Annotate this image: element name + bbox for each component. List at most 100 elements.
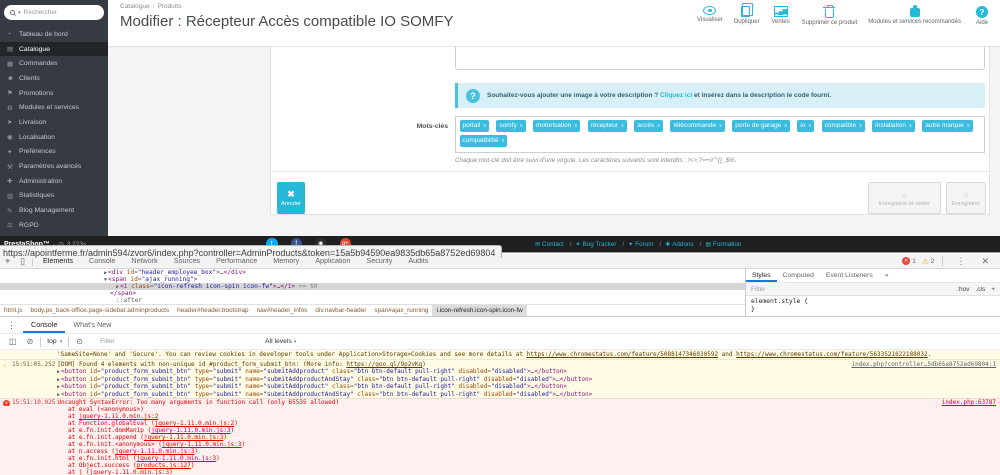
console-message[interactable]: at e.fn.init.<anonymous> (jquery-1.11.0.…: [0, 441, 1000, 448]
console-message[interactable]: at jquery-1.11.0.min.js:2: [0, 413, 1000, 420]
context-selector[interactable]: top ▾: [47, 338, 62, 345]
remove-tag-icon[interactable]: x: [520, 122, 523, 130]
console-drawer-tab[interactable]: Console: [23, 317, 65, 333]
cancel-button[interactable]: ✖ Annuler: [277, 182, 305, 214]
new-style-rule-button[interactable]: +: [991, 286, 995, 293]
bug-tracker-link[interactable]: ✶ Bug Tracker: [575, 241, 628, 248]
remove-tag-icon[interactable]: x: [808, 122, 811, 130]
console-sidebar-icon[interactable]: ◫: [4, 337, 22, 346]
sidebar-item-statistiques[interactable]: ▥ Statistiques: [0, 189, 108, 204]
kebab-menu-icon[interactable]: ⋮: [0, 320, 23, 331]
sidebar-item-modules-et-services[interactable]: ⚙ Modules et services: [0, 100, 108, 115]
hov-toggle[interactable]: :hov: [957, 286, 969, 293]
event-listeners-tab[interactable]: Event Listeners: [820, 269, 879, 282]
more-tabs[interactable]: »: [879, 269, 895, 282]
dom-tree-row[interactable]: ▼<span id="ajax_running">: [0, 276, 745, 283]
console-message[interactable]: ▶<button id="product_form_submit_btn" ty…: [0, 375, 1000, 383]
addons-link[interactable]: ✚ Addons: [665, 241, 705, 248]
dupliquer-action[interactable]: Dupliquer: [734, 3, 760, 25]
keyword-tag[interactable]: io x: [797, 119, 815, 132]
source-location-link[interactable]: index.php:63787: [942, 399, 996, 406]
remove-tag-icon[interactable]: x: [483, 122, 486, 130]
chevron-down-icon[interactable]: ▾: [18, 10, 21, 16]
console-message[interactable]: ▶<button id="product_form_submit_btn" ty…: [0, 390, 1000, 398]
sidebar-item-blog-management[interactable]: ✎ Blog Management: [0, 203, 108, 218]
console-message[interactable]: 'SameSite=None' and 'Secure'. You can re…: [0, 350, 1000, 359]
description-editor[interactable]: [455, 47, 985, 70]
error-count-badge[interactable]: ✕ 1: [902, 257, 916, 265]
element-style-rule[interactable]: element.style { }: [746, 296, 1000, 316]
sidebar-item-livraison[interactable]: ➤ Livraison: [0, 115, 108, 130]
whats-new-tab[interactable]: What's New: [65, 317, 119, 333]
console-message[interactable]: at e.fn.init.html (jquery-1.11.0.min.js:…: [0, 455, 1000, 462]
supprimer-action[interactable]: Supprimer ce produit: [802, 4, 857, 26]
console-message[interactable]: ▶<button id="product_form_submit_btn" ty…: [0, 368, 1000, 376]
keyword-tag[interactable]: portail x: [459, 119, 489, 132]
console-message[interactable]: at eval (<anonymous>): [0, 406, 1000, 413]
computed-tab[interactable]: Computed: [777, 269, 820, 282]
dom-tree-row[interactable]: ▶<div id="header_employee_box">…</div>: [0, 269, 745, 276]
close-devtools-icon[interactable]: ✕: [976, 256, 994, 267]
live-expression-icon[interactable]: ⊙: [71, 337, 88, 346]
warning-count-badge[interactable]: ⚠ 2: [922, 257, 935, 266]
contact-link[interactable]: ✉ Contact: [535, 241, 575, 248]
cliquez-ici-link[interactable]: Cliquez ici: [660, 92, 692, 99]
keyword-tag[interactable]: porte de garage x: [732, 119, 790, 132]
console-message[interactable]: 15:51:10.025Uncaught SyntaxError: Too ma…: [0, 398, 1000, 406]
remove-tag-icon[interactable]: x: [502, 137, 505, 145]
remove-tag-icon[interactable]: x: [719, 122, 722, 130]
keywords-field[interactable]: portail x somfy x motorisation x récepte…: [455, 116, 985, 153]
remove-tag-icon[interactable]: x: [621, 122, 624, 130]
keyword-tag[interactable]: somfy x: [496, 119, 526, 132]
console-message[interactable]: at j (jquery-1.11.0.min.js:3): [0, 469, 1000, 475]
modules-action[interactable]: Modules et services recommandés: [868, 5, 961, 25]
console-message[interactable]: at e.fn.init.append (jquery-1.11.0.min.j…: [0, 434, 1000, 441]
keyword-tag[interactable]: installation x: [872, 119, 915, 132]
remove-tag-icon[interactable]: x: [967, 122, 970, 130]
clear-console-icon[interactable]: ⊘: [22, 337, 39, 346]
breadcrumb-catalogue[interactable]: Catalogue: [120, 3, 150, 10]
sidebar-item-localisation[interactable]: ◉ Localisation: [0, 130, 108, 145]
sidebar-item-tableau-de-bord[interactable]: ◔ Tableau de bord: [0, 27, 108, 42]
console-message[interactable]: 15:51:05.252[DOM] Found 4 elements with …: [0, 359, 1000, 368]
keyword-tag[interactable]: récepteur x: [587, 119, 627, 132]
search-input[interactable]: ▾ Rechercher: [4, 5, 104, 20]
sidebar-item-preferences[interactable]: ✦ Préférences: [0, 145, 108, 160]
dom-tree-row[interactable]: ::after: [0, 297, 745, 304]
sidebar-item-clients[interactable]: ☻ Clients: [0, 71, 108, 86]
forum-link[interactable]: ✦ Forum: [628, 241, 665, 248]
sidebar-item-rgpd[interactable]: ⚖ RGPD: [0, 218, 108, 233]
console-filter-input[interactable]: Filter: [100, 338, 115, 345]
console-message[interactable]: ▶<button id="product_form_submit_btn" ty…: [0, 383, 1000, 391]
sidebar-item-commandes[interactable]: ▦ Commandes: [0, 56, 108, 71]
source-location-link[interactable]: index.php?controller…5db65a8752ed69804:1: [852, 360, 997, 368]
cls-toggle[interactable]: .cls: [975, 286, 985, 293]
keyword-tag[interactable]: compatible x: [821, 119, 865, 132]
console-message[interactable]: at e.fn.init.domManip (jquery-1.11.0.min…: [0, 427, 1000, 434]
log-levels-dropdown[interactable]: All levels ▾: [265, 338, 296, 345]
sidebar-item-parametres-avances[interactable]: ⚒ Paramètres avancés: [0, 159, 108, 174]
sidebar-item-promotions[interactable]: ⚑ Promotions: [0, 86, 108, 101]
console-message[interactable]: at Function.globalEval (jquery-1.11.0.mi…: [0, 420, 1000, 427]
console-message[interactable]: at Object.success (products.js:127): [0, 462, 1000, 469]
sidebar-item-catalogue[interactable]: ▤ Catalogue: [0, 41, 108, 57]
console-message[interactable]: at n.access (jquery-1.11.0.min.js:3): [0, 448, 1000, 455]
keyword-tag[interactable]: accès x: [634, 119, 663, 132]
remove-tag-icon[interactable]: x: [909, 122, 912, 130]
breadcrumb-produits[interactable]: Produits: [157, 3, 181, 10]
save-and-stay-button[interactable]: ○ Enregistrer et rester: [868, 182, 941, 214]
keyword-tag[interactable]: motorisation x: [532, 119, 581, 132]
sidebar-item-administration[interactable]: ✚ Administration: [0, 174, 108, 189]
keyword-tag[interactable]: autre marque x: [922, 119, 973, 132]
aide-action[interactable]: Aide: [972, 6, 992, 26]
formation-link[interactable]: ▤ Formation: [705, 241, 741, 248]
remove-tag-icon[interactable]: x: [574, 122, 577, 130]
remove-tag-icon[interactable]: x: [859, 122, 862, 130]
save-button[interactable]: ○ Enregistrer: [946, 182, 986, 214]
remove-tag-icon[interactable]: x: [657, 122, 660, 130]
dom-tree-row[interactable]: ▶<i class="icon-refresh icon-spin icon-f…: [0, 283, 745, 290]
styles-filter-input[interactable]: Filter: [751, 286, 951, 293]
kebab-menu-icon[interactable]: ⋮: [951, 256, 970, 267]
visualiser-action[interactable]: Visualiser: [697, 6, 723, 23]
remove-tag-icon[interactable]: x: [784, 122, 787, 130]
